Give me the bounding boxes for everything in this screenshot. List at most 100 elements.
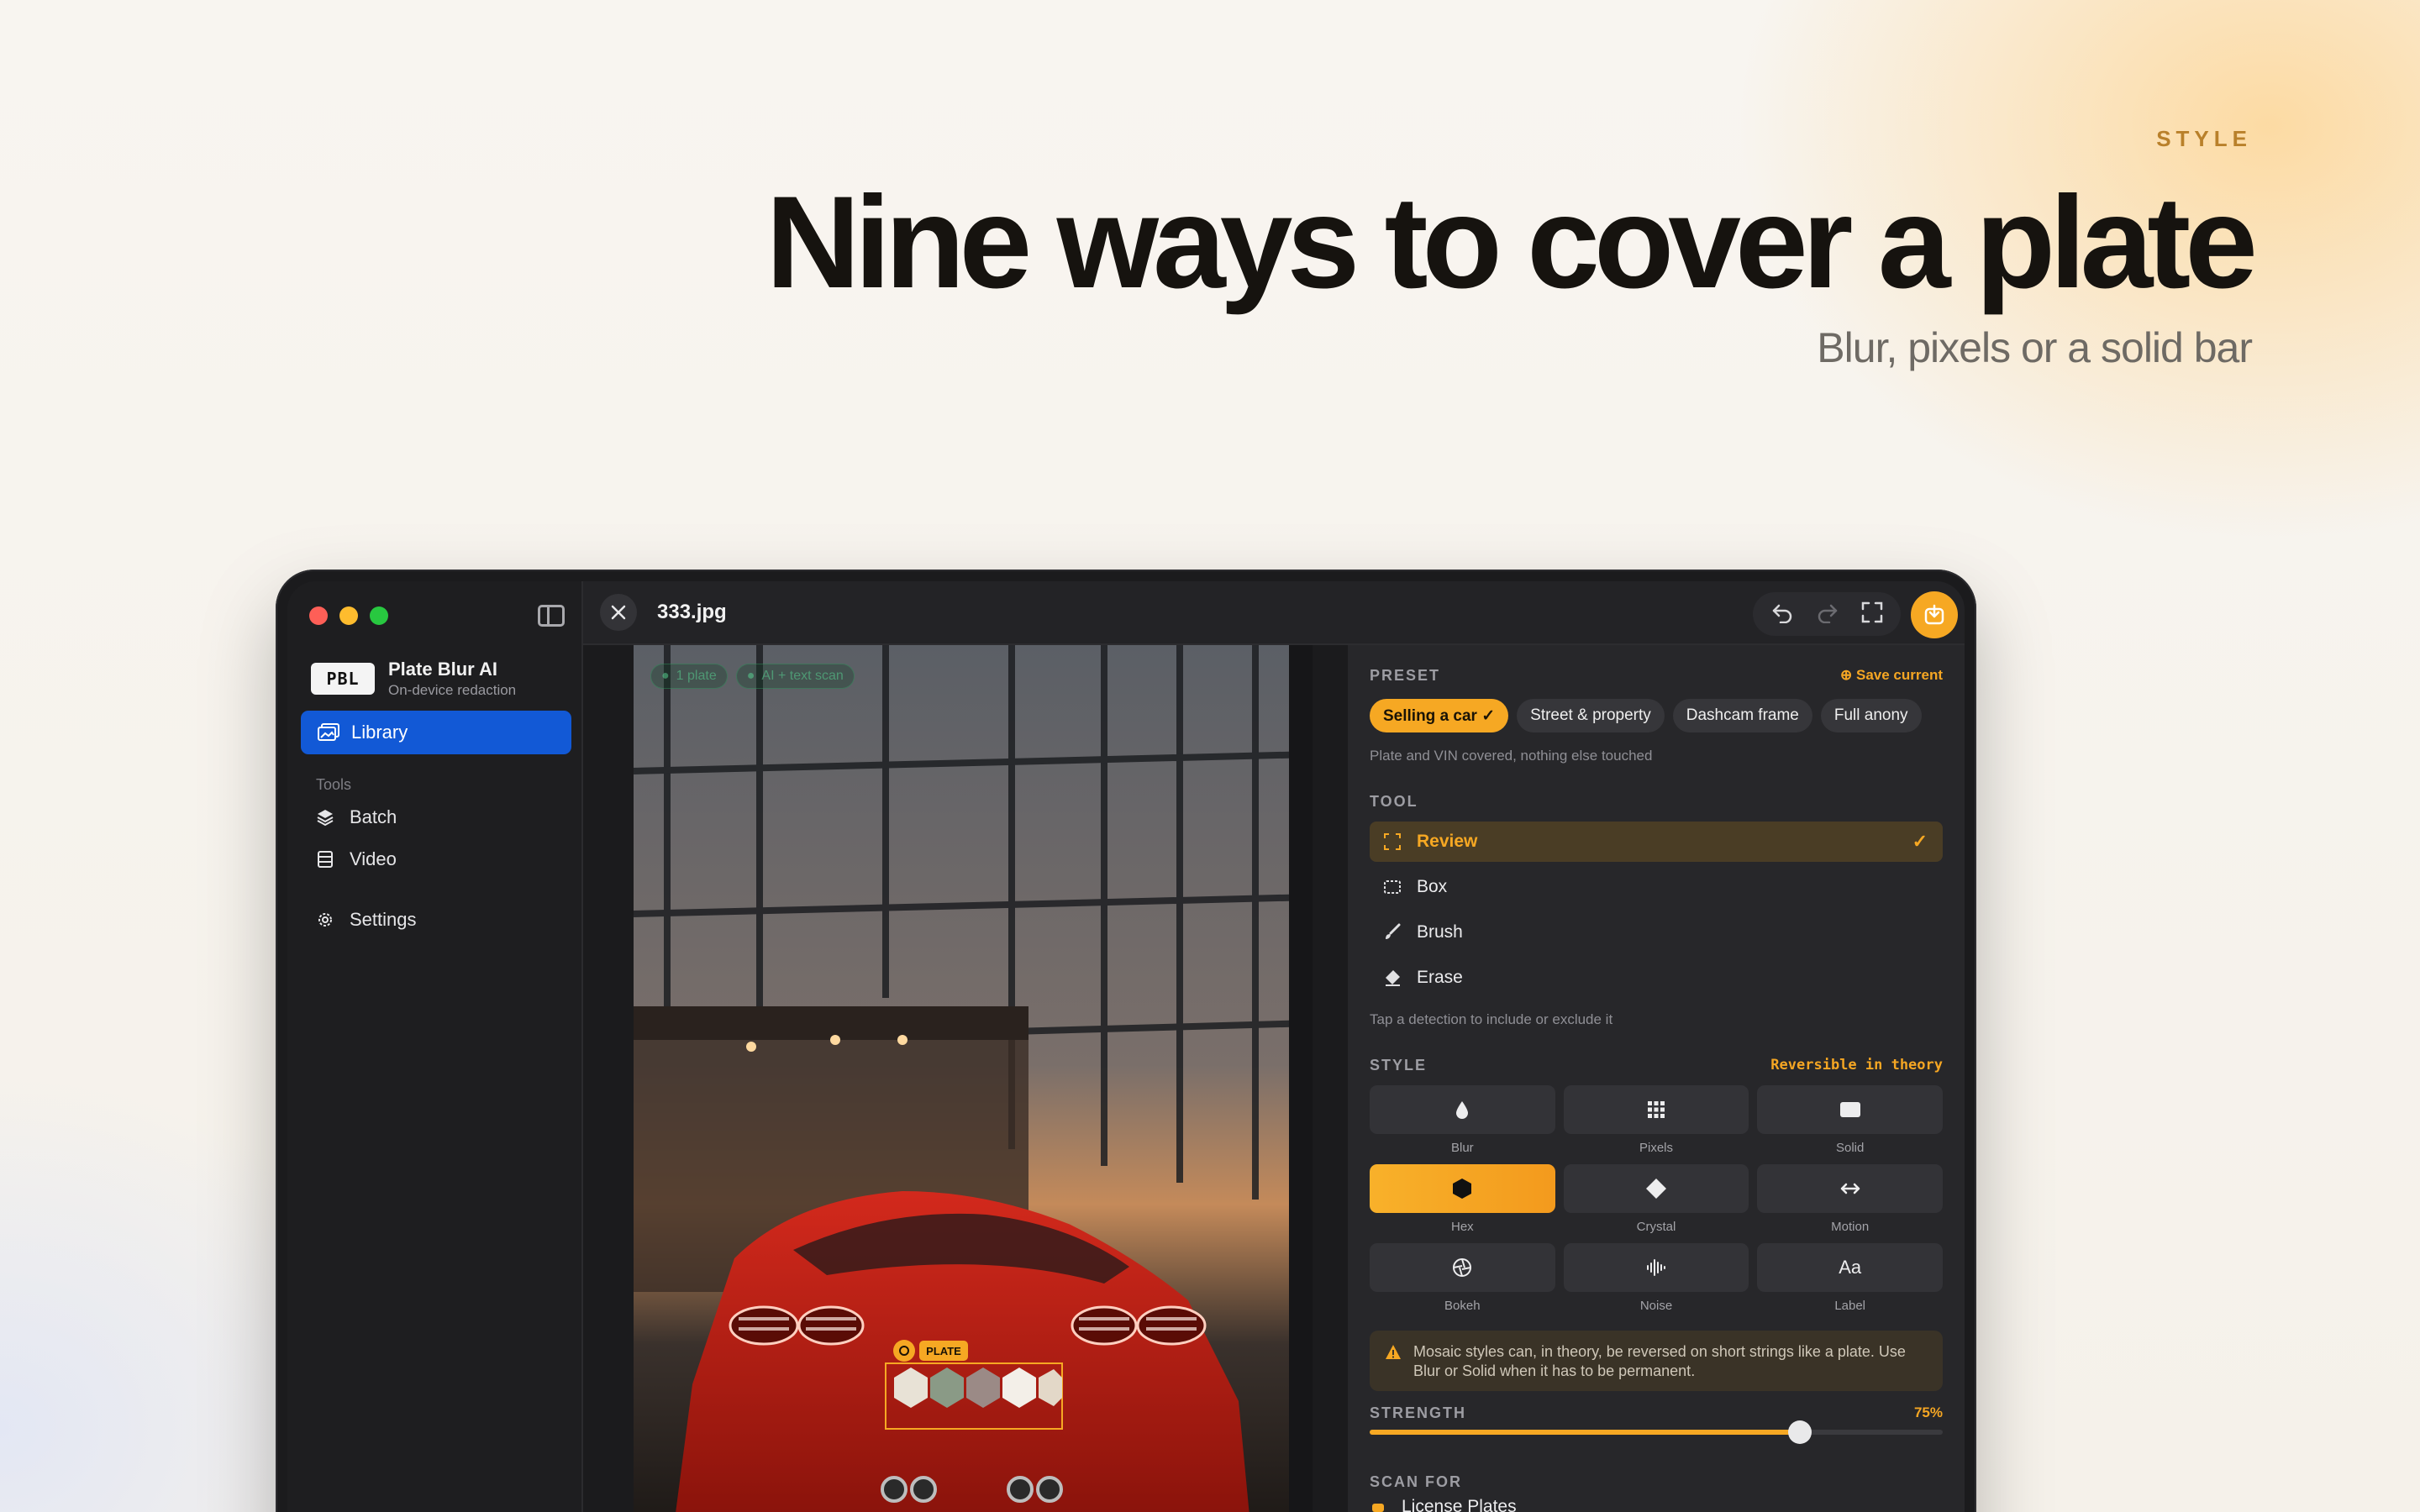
style-option-bokeh[interactable]: Bokeh [1370,1243,1555,1322]
preset-chip-selling-a-car[interactable]: Selling a car ✓ [1370,699,1509,732]
tool-erase[interactable]: Erase [1370,958,1943,998]
sidebar-item-label: Library [351,722,408,743]
badge-label: AI + text scan [761,669,844,683]
film-icon [316,850,334,869]
sidebar-item-video[interactable]: Video [316,848,397,870]
photos-icon [318,723,339,742]
export-icon [1924,604,1944,625]
zoom-window-button[interactable] [370,606,388,625]
device-frame: PBL Plate Blur AI On-device redaction Li… [276,570,1976,1512]
style-option-solid[interactable]: Solid [1757,1085,1943,1164]
style-option-blur[interactable]: Blur [1370,1085,1555,1164]
plus-circle-icon: ⊕ [1840,667,1853,683]
plate-tag-label: PLATE [926,1345,961,1357]
arrows-horizontal-icon [1840,1183,1860,1194]
strength-slider-thumb[interactable] [1787,1420,1812,1444]
hexagon-icon [1453,1179,1472,1199]
tool-label: Box [1417,877,1448,896]
scan-option-license-plates[interactable]: License Plates [1370,1497,1943,1512]
close-editor-button[interactable] [600,594,637,631]
sidebar: PBL Plate Blur AI On-device redaction Li… [287,581,583,1512]
window-controls [309,606,388,625]
style-label: Solid [1835,1141,1865,1155]
file-name: 333.jpg [657,601,727,623]
eraser-icon [1386,970,1400,986]
tool-hint: Tap a detection to include or exclude it [1370,1011,1613,1027]
save-current-button[interactable]: ⊕ Save current [1840,667,1943,684]
tool-box[interactable]: Box [1370,867,1943,907]
preset-chip-street-property[interactable]: Street & property [1517,699,1665,732]
export-button[interactable] [1911,591,1958,638]
style-label: Pixels [1639,1141,1673,1155]
tool-review[interactable]: Review ✓ [1370,822,1943,862]
scan-section-label: SCAN FOR [1370,1473,1462,1490]
style-option-motion[interactable]: Motion [1757,1164,1943,1243]
badge-label: 1 plate [676,669,717,683]
photo-preview[interactable]: PLATE ● 1 plate ● AI + text scan [634,645,1313,1512]
redo-button[interactable] [1816,601,1839,627]
preset-chips: Selling a car ✓ Street & property Dashca… [1370,699,1943,732]
app-window: PBL Plate Blur AI On-device redaction Li… [287,581,1965,1512]
checkmark-icon: ✓ [1912,831,1928,852]
tool-label: Erase [1417,968,1463,987]
app-logo: PBL [311,663,375,695]
canvas-area: PLATE ● 1 plate ● AI + text scan [583,645,1366,1512]
scan-option-label: License Plates [1402,1497,1517,1512]
aperture-icon [1453,1258,1472,1277]
diamond-icon [1645,1179,1666,1199]
style-label: Blur [1450,1141,1474,1155]
warning-triangle-icon [1386,1345,1401,1359]
dashed-box-icon [1384,880,1401,894]
strength-slider-fill [1370,1430,1800,1435]
style-label: Crystal [1636,1220,1676,1234]
tool-section-label: TOOL [1370,793,1418,810]
style-option-noise[interactable]: Noise [1563,1243,1749,1322]
close-icon [611,605,626,620]
preset-chip-full-anonymize[interactable]: Full anony [1820,699,1922,732]
eyebrow-label: STYLE [2156,126,2252,151]
strength-slider[interactable] [1370,1420,1943,1444]
sidebar-item-label: Batch [350,806,397,827]
style-label: Noise [1639,1299,1673,1313]
style-label: Bokeh [1444,1299,1481,1313]
subheadline: Blur, pixels or a solid bar [1817,324,2253,371]
preset-section-label: PRESET [1370,667,1441,684]
app-tagline: On-device redaction [388,682,517,698]
style-option-label[interactable]: Aa Label [1757,1243,1943,1322]
sparkle-icon: ● [746,669,755,683]
top-bar: 333.jpg [583,581,1965,645]
scan-mode-badge: ● AI + text scan [735,664,855,689]
sidebar-item-library[interactable]: Library [301,711,571,754]
sidebar-toggle-icon[interactable] [538,605,565,627]
style-option-crystal[interactable]: Crystal [1563,1164,1749,1243]
plate-count-badge: ● 1 plate [650,664,728,689]
style-section-label: STYLE [1370,1057,1428,1074]
sidebar-item-batch[interactable]: Batch [316,806,397,828]
strength-value: 75% [1913,1404,1943,1420]
expand-icon [1861,601,1883,622]
reversible-note: Reversible in theory [1770,1057,1943,1074]
style-option-pixels[interactable]: Pixels [1563,1085,1749,1164]
waveform-icon [1646,1259,1665,1276]
solid-rect-icon [1839,1102,1860,1117]
app-name: Plate Blur AI [388,659,497,680]
selection-frame-icon [1384,833,1401,850]
tool-brush[interactable]: Brush [1370,912,1943,953]
warning-text: Mosaic styles can, in theory, be reverse… [1413,1343,1906,1379]
style-label: Hex [1450,1220,1474,1234]
edit-toolbar [1753,592,1901,636]
style-label: Motion [1831,1220,1870,1234]
brush-icon [1386,923,1401,939]
minimize-window-button[interactable] [339,606,358,625]
fullscreen-button[interactable] [1861,601,1883,627]
preset-chip-dashcam-frame[interactable]: Dashcam frame [1672,699,1812,732]
tools-section-label: Tools [316,776,352,793]
close-window-button[interactable] [309,606,328,625]
headline: Nine ways to cover a plate [765,170,2258,316]
sidebar-item-settings[interactable]: Settings [316,909,417,931]
reversibility-warning: Mosaic styles can, in theory, be reverse… [1370,1331,1943,1391]
undo-button[interactable] [1770,601,1794,627]
style-option-hex[interactable]: Hex [1370,1164,1555,1243]
stack-icon [316,808,334,827]
grid-icon [1647,1101,1665,1118]
